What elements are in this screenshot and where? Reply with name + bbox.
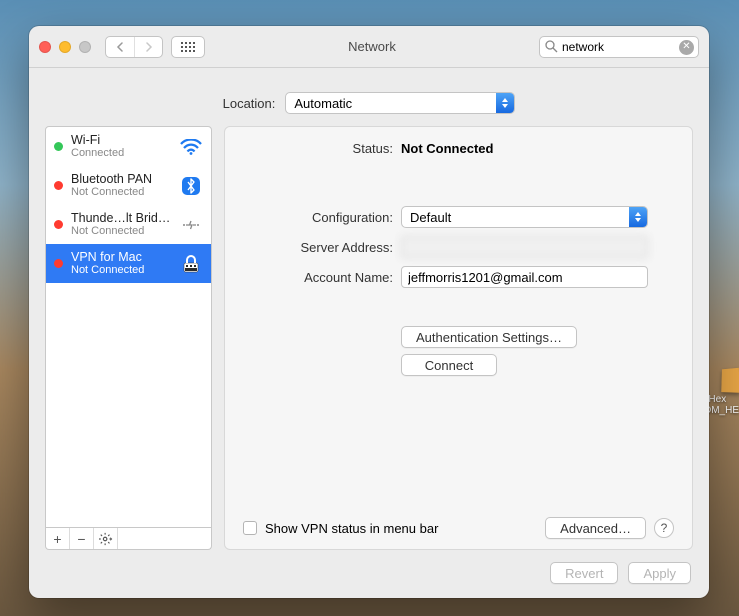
stepper-icon bbox=[496, 93, 514, 113]
status-dot bbox=[54, 259, 63, 268]
service-item-wifi[interactable]: Wi-Fi Connected bbox=[46, 127, 211, 166]
authentication-settings-button[interactable]: Authentication Settings… bbox=[401, 326, 577, 348]
show-all-button[interactable] bbox=[171, 36, 205, 58]
clear-search-icon[interactable]: ✕ bbox=[679, 40, 694, 55]
service-sidebar: Wi-Fi Connected Bluetooth PAN Not Connec… bbox=[45, 126, 212, 550]
window-title: Network bbox=[213, 39, 531, 54]
connect-button[interactable]: Connect bbox=[401, 354, 497, 376]
detail-panel: Status: Not Connected Configuration: Def… bbox=[224, 126, 693, 550]
account-name-input[interactable] bbox=[401, 266, 648, 288]
configuration-label: Configuration: bbox=[243, 210, 393, 225]
service-item-bluetooth[interactable]: Bluetooth PAN Not Connected bbox=[46, 166, 211, 205]
search-icon bbox=[545, 40, 558, 56]
status-dot bbox=[54, 181, 63, 190]
thunderbolt-icon bbox=[179, 215, 203, 235]
service-name: Bluetooth PAN bbox=[71, 172, 171, 186]
apply-button[interactable]: Apply bbox=[628, 562, 691, 584]
service-status: Not Connected bbox=[71, 186, 171, 199]
location-select[interactable]: Automatic bbox=[285, 92, 515, 114]
sidebar-footer: + − bbox=[45, 528, 212, 550]
stepper-icon bbox=[629, 207, 647, 227]
status-dot bbox=[54, 142, 63, 151]
service-name: VPN for Mac bbox=[71, 250, 171, 264]
configuration-select[interactable]: Default bbox=[401, 206, 648, 228]
advanced-button[interactable]: Advanced… bbox=[545, 517, 646, 539]
zoom-button bbox=[79, 41, 91, 53]
window-controls bbox=[39, 41, 91, 53]
revert-button[interactable]: Revert bbox=[550, 562, 618, 584]
bluetooth-icon bbox=[179, 176, 203, 196]
account-name-label: Account Name: bbox=[243, 270, 393, 285]
location-row: Location: Automatic bbox=[45, 92, 693, 114]
location-value: Automatic bbox=[294, 96, 352, 111]
back-button[interactable] bbox=[106, 37, 134, 57]
server-address-input[interactable] bbox=[401, 236, 648, 258]
service-status: Not Connected bbox=[71, 264, 171, 277]
add-service-button[interactable]: + bbox=[46, 528, 70, 549]
footer-buttons: Revert Apply bbox=[45, 562, 693, 584]
help-button[interactable]: ? bbox=[654, 518, 674, 538]
service-item-vpn[interactable]: VPN for Mac Not Connected bbox=[46, 244, 211, 283]
vpn-lock-icon bbox=[179, 254, 203, 274]
status-value: Not Connected bbox=[401, 141, 493, 156]
forward-button[interactable] bbox=[134, 37, 162, 57]
wifi-icon bbox=[179, 137, 203, 157]
location-label: Location: bbox=[223, 96, 276, 111]
service-status: Connected bbox=[71, 147, 171, 160]
service-name: Thunde…lt Bridge bbox=[71, 211, 171, 225]
minimize-button[interactable] bbox=[59, 41, 71, 53]
titlebar: Network ✕ bbox=[29, 26, 709, 68]
configuration-value: Default bbox=[410, 210, 451, 225]
service-status: Not Connected bbox=[71, 225, 171, 238]
sidebar-footer-spacer bbox=[118, 528, 211, 549]
close-button[interactable] bbox=[39, 41, 51, 53]
service-item-thunderbolt[interactable]: Thunde…lt Bridge Not Connected bbox=[46, 205, 211, 244]
search-input[interactable] bbox=[562, 40, 676, 54]
service-actions-button[interactable] bbox=[94, 528, 118, 549]
remove-service-button[interactable]: − bbox=[70, 528, 94, 549]
status-dot bbox=[54, 220, 63, 229]
status-label: Status: bbox=[243, 141, 393, 156]
server-address-label: Server Address: bbox=[243, 240, 393, 255]
nav-back-forward bbox=[105, 36, 163, 58]
service-name: Wi-Fi bbox=[71, 133, 171, 147]
show-vpn-status-checkbox[interactable] bbox=[243, 521, 257, 535]
search-field[interactable]: ✕ bbox=[539, 36, 699, 58]
show-vpn-status-label: Show VPN status in menu bar bbox=[265, 521, 438, 536]
service-list[interactable]: Wi-Fi Connected Bluetooth PAN Not Connec… bbox=[45, 126, 212, 528]
network-preferences-window: Network ✕ Location: Automatic bbox=[29, 26, 709, 598]
